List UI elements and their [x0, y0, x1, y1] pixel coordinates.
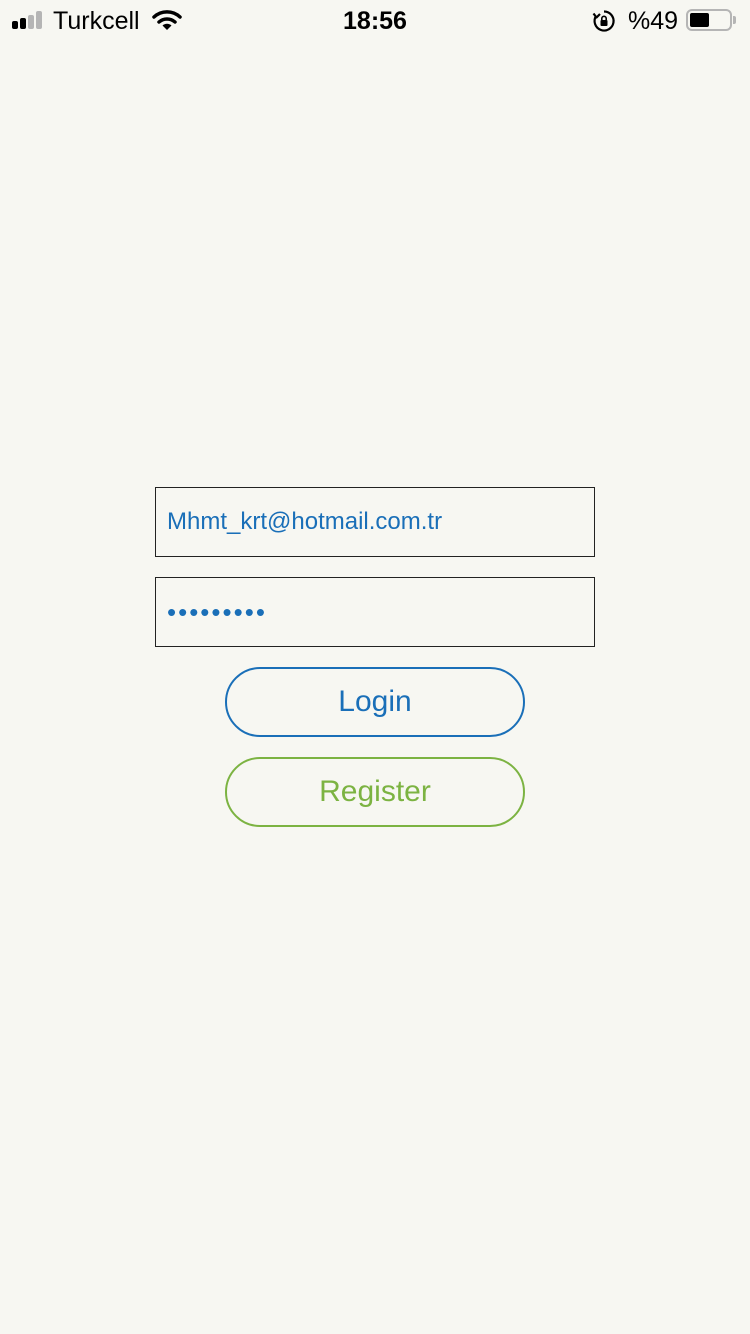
email-field[interactable]: [155, 487, 595, 557]
email-input[interactable]: [156, 488, 594, 556]
register-button[interactable]: Register: [225, 757, 525, 827]
battery-level: [690, 13, 709, 27]
status-bar: Turkcell 18:56 %49: [0, 0, 750, 40]
battery-icon: [686, 9, 732, 31]
battery-percentage: %49: [628, 7, 679, 35]
password-input[interactable]: [156, 578, 594, 646]
password-field[interactable]: [155, 577, 595, 647]
login-button[interactable]: Login: [225, 667, 525, 737]
rotation-lock-icon: [592, 9, 616, 33]
battery-cap: [733, 16, 736, 24]
